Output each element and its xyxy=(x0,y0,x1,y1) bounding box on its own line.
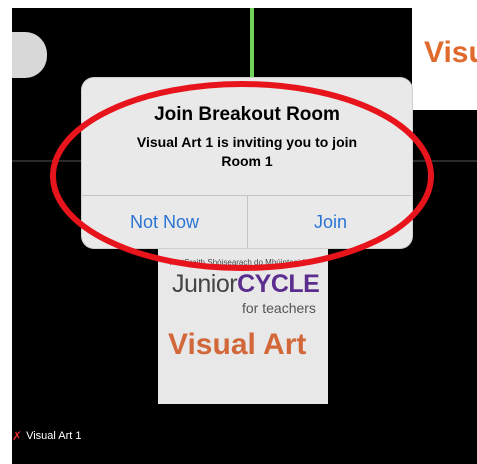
participant-name-tag: ✗ Visual Art 1 xyxy=(12,429,82,443)
participant-avatar[interactable] xyxy=(12,32,47,78)
card-irish-text: An tSraith Shóisearach do Mhúinteoirí xyxy=(170,258,305,267)
join-button[interactable]: Join xyxy=(248,196,412,248)
dialog-message-line1: Visual Art 1 is inviting you to join xyxy=(136,134,358,150)
join-breakout-dialog: Join Breakout Room Visual Art 1 is invit… xyxy=(82,78,412,248)
brand-cycle: CYCLE xyxy=(237,270,320,298)
not-now-button[interactable]: Not Now xyxy=(82,196,247,248)
card-brand: JuniorCYCLE xyxy=(172,270,320,299)
dialog-message: Visual Art 1 is inviting you to join Roo… xyxy=(102,133,392,171)
card-title: Visual Art xyxy=(168,328,307,361)
participant-name: Visual Art 1 xyxy=(26,430,82,442)
dialog-message-line2: Room 1 xyxy=(221,153,273,169)
mic-muted-icon: ✗ xyxy=(12,429,23,443)
tile-text: Visu xyxy=(424,36,477,69)
card-brand-sub: for teachers xyxy=(242,300,316,316)
dialog-title: Join Breakout Room xyxy=(154,104,340,125)
brand-junior: Junior xyxy=(172,270,238,298)
participant-tile-top-right[interactable]: Visu xyxy=(412,8,477,110)
shared-content-card: An tSraith Shóisearach do Mhúinteoirí Ju… xyxy=(158,236,328,404)
video-grid: Visu An tSraith Shóisearach do Mhúinteoi… xyxy=(12,8,477,464)
